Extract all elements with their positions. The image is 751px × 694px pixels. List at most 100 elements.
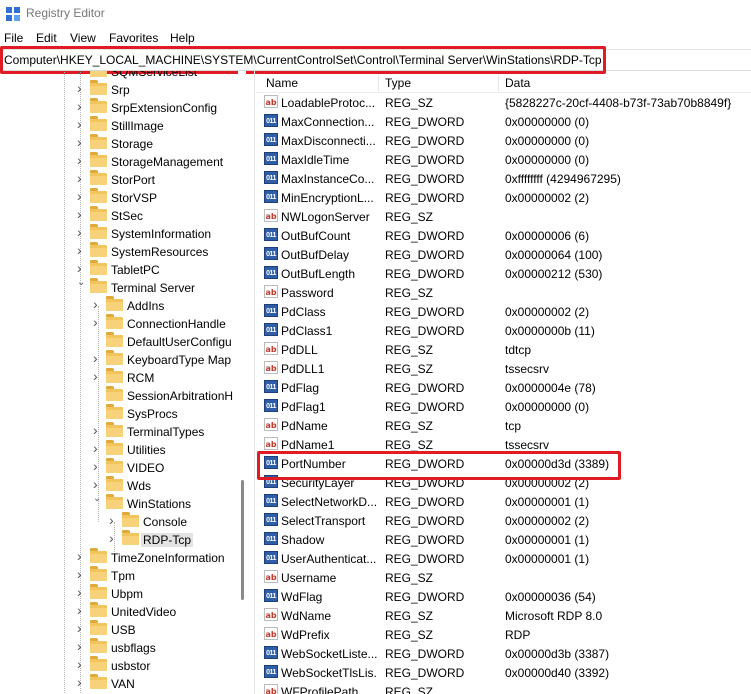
tree-item-keyboardtype-map[interactable]: › KeyboardType Map <box>0 350 240 369</box>
chevron-right-icon[interactable]: › <box>77 188 82 204</box>
tree-item-sessionarbitrationh[interactable]: SessionArbitrationH <box>0 386 240 405</box>
value-row-maxdisconnecti[interactable]: 011 MaxDisconnecti... REG_DWORD 0x00000000 … <box>256 131 751 150</box>
pane-splitter[interactable] <box>254 71 255 694</box>
chevron-right-icon[interactable]: › <box>93 422 98 438</box>
tree-item-srpextensionconfig[interactable]: › SrpExtensionConfig <box>0 98 240 117</box>
value-row-wdname[interactable]: ab WdName REG_SZ Microsoft RDP 8.0 <box>256 606 751 625</box>
tree-item-unitedvideo[interactable]: › UnitedVideo <box>0 602 240 621</box>
value-row-pdname1[interactable]: ab PdName1 REG_SZ tssecsrv <box>256 435 751 454</box>
menu-favorites[interactable]: Favorites <box>109 31 158 45</box>
chevron-right-icon[interactable]: › <box>77 548 82 564</box>
tree-item-tabletpc[interactable]: › TabletPC <box>0 260 240 279</box>
tree-item-utilities[interactable]: › Utilities <box>0 440 240 459</box>
tree-item-rdp-tcp[interactable]: › RDP-Tcp <box>0 530 240 549</box>
tree-item-video[interactable]: › VIDEO <box>0 458 240 477</box>
key-tree[interactable]: › SQMServiceList › Srp › SrpExtensionConfig › S… <box>0 71 246 694</box>
value-row-wdflag[interactable]: 011 WdFlag REG_DWORD 0x00000036 (54) <box>256 587 751 606</box>
tree-item-ubpm[interactable]: › Ubpm <box>0 584 240 603</box>
tree-item-winstations[interactable]: ⌄ WinStations <box>0 493 240 513</box>
chevron-right-icon[interactable]: › <box>77 152 82 168</box>
chevron-right-icon[interactable]: › <box>77 260 82 276</box>
value-row-outbufdelay[interactable]: 011 OutBufDelay REG_DWORD 0x00000064 (100) <box>256 245 751 264</box>
tree-item-tpm[interactable]: › Tpm <box>0 566 240 585</box>
value-row-username[interactable]: ab Username REG_SZ <box>256 568 751 587</box>
chevron-right-icon[interactable]: › <box>77 242 82 258</box>
tree-item-stillimage[interactable]: › StillImage <box>0 116 240 135</box>
tree-item-usbstor[interactable]: › usbstor <box>0 656 240 675</box>
column-divider[interactable] <box>378 75 379 91</box>
tree-item-systemresources[interactable]: › SystemResources <box>0 242 240 261</box>
value-row-securitylayer[interactable]: 011 SecurityLayer REG_DWORD 0x00000002 (2) <box>256 473 751 492</box>
tree-item-connectionhandle[interactable]: › ConnectionHandle <box>0 314 240 333</box>
tree-item-stsec[interactable]: › StSec <box>0 206 240 225</box>
tree-item-sqmservicelist[interactable]: › SQMServiceList <box>0 71 240 81</box>
chevron-right-icon[interactable]: › <box>77 98 82 114</box>
value-row-pddll[interactable]: ab PdDLL REG_SZ tdtcp <box>256 340 751 359</box>
column-header-data[interactable]: Data <box>505 76 530 90</box>
menu-file[interactable]: File <box>4 31 23 45</box>
tree-item-van[interactable]: › VAN <box>0 674 240 693</box>
chevron-right-icon[interactable]: › <box>77 584 82 600</box>
tree-item-terminaltypes[interactable]: › TerminalTypes <box>0 422 240 441</box>
value-row-websockettlslis[interactable]: 011 WebSocketTlsLis... REG_DWORD 0x00000d40… <box>256 663 751 682</box>
tree-item-storagemanagement[interactable]: › StorageManagement <box>0 152 240 171</box>
chevron-right-icon[interactable]: › <box>93 296 98 312</box>
value-row-loadableprotoc[interactable]: ab LoadableProtoc... REG_SZ {5828227c-20cf-… <box>256 93 751 112</box>
tree-item-defaultuserconfigu[interactable]: DefaultUserConfigu <box>0 332 240 351</box>
chevron-right-icon[interactable]: › <box>77 620 82 636</box>
chevron-right-icon[interactable]: › <box>77 116 82 132</box>
chevron-right-icon[interactable]: › <box>77 206 82 222</box>
value-row-pdname[interactable]: ab PdName REG_SZ tcp <box>256 416 751 435</box>
chevron-right-icon[interactable]: › <box>77 224 82 240</box>
value-row-maxidletime[interactable]: 011 MaxIdleTime REG_DWORD 0x00000000 (0) <box>256 150 751 169</box>
menu-view[interactable]: View <box>70 31 96 45</box>
address-bar[interactable]: Computer\HKEY_LOCAL_MACHINE\SYSTEM\Curre… <box>0 49 751 71</box>
column-header-name[interactable]: Name <box>266 76 298 90</box>
value-row-outbufcount[interactable]: 011 OutBufCount REG_DWORD 0x00000006 (6) <box>256 226 751 245</box>
value-row-nwlogonserver[interactable]: ab NWLogonServer REG_SZ <box>256 207 751 226</box>
column-divider[interactable] <box>498 75 499 91</box>
value-row-pdflag1[interactable]: 011 PdFlag1 REG_DWORD 0x00000000 (0) <box>256 397 751 416</box>
chevron-right-icon[interactable]: › <box>77 602 82 618</box>
chevron-right-icon[interactable]: › <box>77 170 82 186</box>
tree-item-terminal-server[interactable]: ⌄ Terminal Server <box>0 277 240 297</box>
value-row-selectnetworkd[interactable]: 011 SelectNetworkD... REG_DWORD 0x00000001 … <box>256 492 751 511</box>
value-row-password[interactable]: ab Password REG_SZ <box>256 283 751 302</box>
chevron-right-icon[interactable]: › <box>77 134 82 150</box>
value-row-userauthenticat[interactable]: 011 UserAuthenticat... REG_DWORD 0x00000001… <box>256 549 751 568</box>
tree-item-srp[interactable]: › Srp <box>0 80 240 99</box>
tree-item-storport[interactable]: › StorPort <box>0 170 240 189</box>
tree-scrollbar[interactable] <box>238 71 246 694</box>
menu-help[interactable]: Help <box>170 31 195 45</box>
value-row-selecttransport[interactable]: 011 SelectTransport REG_DWORD 0x00000002 (2… <box>256 511 751 530</box>
chevron-right-icon[interactable]: › <box>93 458 98 474</box>
value-row-wfprofilepath[interactable]: ab WFProfilePath REG_SZ <box>256 682 751 694</box>
value-row-pdflag[interactable]: 011 PdFlag REG_DWORD 0x0000004e (78) <box>256 378 751 397</box>
value-row-pdclass[interactable]: 011 PdClass REG_DWORD 0x00000002 (2) <box>256 302 751 321</box>
tree-item-usbflags[interactable]: › usbflags <box>0 638 240 657</box>
value-row-pddll1[interactable]: ab PdDLL1 REG_SZ tssecsrv <box>256 359 751 378</box>
value-row-minencryptionl[interactable]: 011 MinEncryptionL... REG_DWORD 0x00000002 … <box>256 188 751 207</box>
tree-item-sysprocs[interactable]: SysProcs <box>0 404 240 423</box>
chevron-right-icon[interactable]: › <box>109 512 114 528</box>
value-row-outbuflength[interactable]: 011 OutBufLength REG_DWORD 0x00000212 (530) <box>256 264 751 283</box>
value-row-maxconnection[interactable]: 011 MaxConnection... REG_DWORD 0x00000000 (… <box>256 112 751 131</box>
chevron-down-icon[interactable]: ⌄ <box>77 277 85 288</box>
chevron-right-icon[interactable]: › <box>77 71 82 78</box>
tree-item-storage[interactable]: › Storage <box>0 134 240 153</box>
value-row-wdprefix[interactable]: ab WdPrefix REG_SZ RDP <box>256 625 751 644</box>
value-row-portnumber[interactable]: 011 PortNumber REG_DWORD 0x00000d3d (3389) <box>256 454 751 473</box>
tree-item-console[interactable]: › Console <box>0 512 240 531</box>
value-row-shadow[interactable]: 011 Shadow REG_DWORD 0x00000001 (1) <box>256 530 751 549</box>
value-row-pdclass1[interactable]: 011 PdClass1 REG_DWORD 0x0000000b (11) <box>256 321 751 340</box>
chevron-right-icon[interactable]: › <box>93 440 98 456</box>
chevron-right-icon[interactable]: › <box>93 476 98 492</box>
column-header-type[interactable]: Type <box>385 76 411 90</box>
tree-item-storvsp[interactable]: › StorVSP <box>0 188 240 207</box>
value-row-websocketliste[interactable]: 011 WebSocketListe... REG_DWORD 0x00000d3b … <box>256 644 751 663</box>
chevron-right-icon[interactable]: › <box>77 566 82 582</box>
chevron-right-icon[interactable]: › <box>93 368 98 384</box>
chevron-right-icon[interactable]: › <box>77 638 82 654</box>
value-row-maxinstanceco[interactable]: 011 MaxInstanceCo... REG_DWORD 0xffffffff (… <box>256 169 751 188</box>
chevron-right-icon[interactable]: › <box>77 674 82 690</box>
